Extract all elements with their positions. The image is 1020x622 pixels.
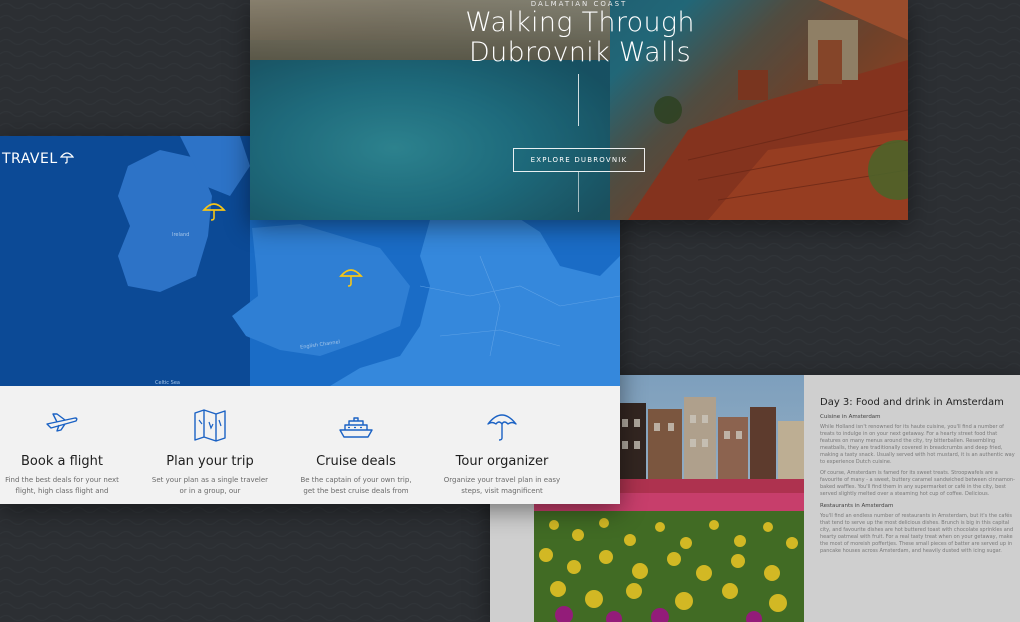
hero-title-line-2: Dubrovnik Walls (469, 37, 691, 68)
article-subheading-restaurants: Restaurants in Amsterdam (820, 503, 894, 509)
airplane-icon (46, 413, 78, 432)
article-paragraph: While Holland isn't renowned for its hau… (820, 424, 1015, 465)
feature-description: Set your plan as a single traveler or in… (151, 476, 269, 495)
article-heading: Day 3: Food and drink in Amsterdam (820, 397, 1004, 408)
map-marker-london[interactable] (339, 266, 363, 288)
article-subheading-cuisine: Cuisine in Amsterdam (820, 414, 881, 420)
divider-line (578, 74, 579, 126)
feature-description: Organize your travel plan in easy steps,… (443, 476, 561, 495)
feature-description: Find the best deals for your next flight… (5, 476, 119, 495)
umbrella-icon (487, 414, 517, 441)
map-label-ireland: Ireland (172, 232, 190, 238)
hero-title: Walking Through Dubrovnik Walls (430, 8, 730, 68)
feature-title: Tour organizer (455, 454, 549, 469)
feature-title: Cruise deals (316, 454, 396, 469)
dubrovnik-hero-card: DALMATIAN COAST Walking Through Dubrovni… (250, 0, 908, 220)
map-icon (194, 409, 226, 442)
divider-line (578, 172, 579, 212)
umbrella-logo-icon (60, 152, 74, 164)
map-marker-dublin[interactable] (202, 200, 226, 222)
travel-logo-text: TRAVEL (2, 151, 58, 167)
ship-icon (339, 417, 373, 438)
features-section: Book a flight Find the best deals for yo… (0, 386, 620, 504)
hero-title-line-1: Walking Through (465, 7, 695, 38)
article-paragraph: Of course, Amsterdam is famed for its sw… (820, 470, 1015, 497)
feature-title: Book a flight (21, 454, 103, 469)
explore-dubrovnik-button[interactable]: EXPLORE DUBROVNIK (513, 148, 645, 172)
feature-title: Plan your trip (166, 454, 254, 469)
feature-description: Be the captain of your own trip, get the… (300, 476, 412, 495)
article-paragraph: You'll find an endless number of restaur… (820, 513, 1014, 554)
